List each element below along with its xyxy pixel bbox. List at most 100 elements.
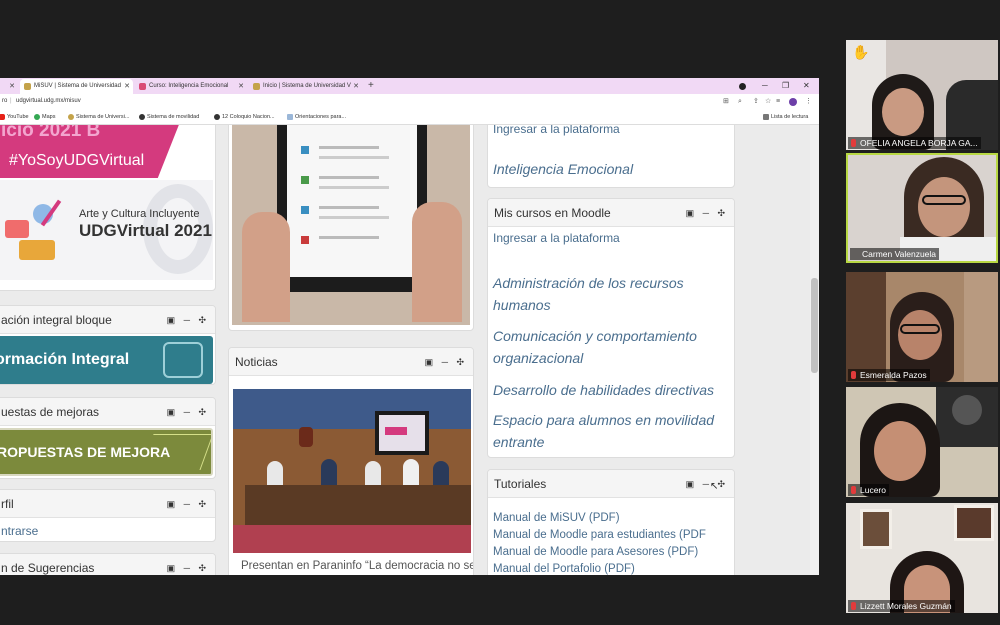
curso-actual-card: Ingresar a la plataforma Inteligencia Em… (487, 125, 735, 188)
apps-grid-icon[interactable]: ⊞ (723, 96, 729, 107)
participant-tile-lizzett[interactable]: Lizzett Morales Guzmán (846, 503, 998, 613)
formacion-banner[interactable]: ormación Integral (0, 336, 213, 384)
browser-tab-bar: ✕ MiSUV | Sistema de Universidad ✕ Curso… (0, 78, 819, 94)
mouse-cursor-icon: ↖ (710, 481, 719, 492)
tab-search-icon[interactable] (739, 83, 746, 90)
moodle-courses-card: Mis cursos en Moodle ▣ ─ ✣ Ingresar a la… (487, 198, 735, 458)
reading-list-icon (763, 114, 769, 120)
tutorial-link-portafolio[interactable]: Manual del Portafolio (PDF) (493, 563, 635, 575)
bookmark-coloquio[interactable]: 12 Coloquio Nacion... (213, 109, 275, 125)
tab-close-icon[interactable]: ✕ (9, 79, 15, 94)
card-controls-icon[interactable]: ▣ ─ ✣ (167, 398, 209, 425)
course-link-inteligencia[interactable]: Inteligencia Emocional (493, 158, 729, 180)
ingresar-plataforma-link[interactable]: Ingresar a la plataforma (493, 125, 620, 136)
network-lines-icon (140, 434, 211, 470)
tab-close-icon[interactable]: ✕ (238, 79, 244, 94)
maps-icon (34, 114, 40, 120)
url-text: udgvirtual.udg.mx/misuv (16, 98, 81, 104)
course-link-administracion[interactable]: Administración de los recursos humanos (493, 272, 729, 316)
browser-menu-icon[interactable]: ⋮ (805, 96, 812, 107)
reading-list-button[interactable]: Lista de lectura (762, 109, 808, 125)
tab-close-icon[interactable]: ✕ (353, 79, 359, 94)
bookmark-maps[interactable]: Maps (33, 109, 55, 125)
promo-card: icio 2021 B #YoSoyUDGVirtual Arte y Cult… (0, 125, 216, 291)
participant-name-label: Lizzett Morales Guzmán (848, 600, 955, 612)
perfil-card: rfil ▣ ─ ✣ ntrarse (0, 489, 216, 542)
tutorial-link-moodle-estudiantes[interactable]: Manual de Moodle para estudiantes (PDF (493, 529, 706, 541)
raised-hand-icon: ✋ (852, 44, 870, 60)
browser-toolbar: ro | udgvirtual.udg.mx/misuv ⊞ ⌕ ⇪ ☆ ≡ ⋮ (0, 94, 819, 109)
arte-cultura-banner[interactable]: Arte y Cultura Incluyente UDGVirtual 202… (0, 180, 213, 280)
bookmark-orientaciones[interactable]: Orientaciones para... (286, 109, 346, 125)
news-caption[interactable]: Presentan en Paraninfo “La democracia no… (241, 560, 473, 572)
sugerencias-card: n de Sugerencias ▣ ─ ✣ (0, 553, 216, 575)
tab-close-icon[interactable]: ✕ (124, 79, 130, 94)
card-controls-icon[interactable]: ▣ ─ ✣ (686, 470, 728, 497)
zoom-icon[interactable]: ⌕ (738, 96, 742, 107)
course-link-desarrollo[interactable]: Desarrollo de habilidades directivas (493, 379, 729, 401)
new-tab-button[interactable]: + (368, 79, 374, 93)
tutorial-link-misuv[interactable]: Manual de MiSUV (PDF) (493, 512, 620, 524)
news-photo[interactable] (233, 389, 471, 553)
formacion-card: ación integral bloque ▣ ─ ✣ ormación Int… (0, 305, 216, 385)
share-icon[interactable]: ⇪ (753, 96, 759, 107)
puzzle-icon (163, 342, 203, 378)
course-link-comunicacion[interactable]: Comunicación y comportamiento organizaci… (493, 325, 729, 369)
bookmarks-bar: YouTube Maps Sistema de Universi... Sist… (0, 109, 819, 125)
moodle-favicon-icon (139, 83, 146, 90)
media-control-icon[interactable]: ≡ (776, 96, 780, 107)
left-hand-icon (242, 212, 290, 322)
profile-avatar-icon[interactable] (789, 98, 797, 106)
perfil-link[interactable]: ntrarse (1, 524, 38, 538)
course-link-movilidad[interactable]: Espacio para alumnos en movilidad entran… (493, 409, 729, 453)
site-favicon-icon (253, 83, 260, 90)
card-controls-icon[interactable]: ▣ ─ ✣ (425, 348, 467, 375)
site-icon (68, 114, 74, 120)
browser-tab-inicio[interactable]: Inicio | Sistema de Universidad V ✕ (249, 79, 362, 94)
participant-tile-esmeralda[interactable]: Esmeralda Pazos (846, 272, 998, 382)
moodle-ingresar-link[interactable]: Ingresar a la plataforma (493, 231, 620, 245)
propuestas-card: uestas de mejoras ▣ ─ ✣ ROPUESTAS DE MEJ… (0, 397, 216, 479)
card-controls-icon[interactable]: ▣ ─ ✣ (167, 306, 209, 333)
browser-tab-partial[interactable]: ✕ (0, 79, 18, 94)
card-header: Mis cursos en Moodle ▣ ─ ✣ (488, 199, 734, 227)
participant-name-label: Carmen Valenzuela (850, 248, 940, 260)
card-controls-icon[interactable]: ▣ ─ ✣ (686, 199, 728, 226)
page-scrollbar-thumb[interactable] (811, 278, 818, 373)
yo-soy-banner[interactable]: icio 2021 B #YoSoyUDGVirtual (0, 125, 180, 178)
zoom-meeting-window: ✕ MiSUV | Sistema de Universidad ✕ Curso… (0, 0, 1000, 625)
tablet-image-card (228, 125, 474, 331)
card-header: Tutoriales ▣ ─ ✣ (488, 470, 734, 498)
art-illustration-icon (5, 198, 65, 268)
card-controls-icon[interactable]: ▣ ─ ✣ (167, 490, 209, 517)
mic-muted-icon (851, 602, 856, 610)
tutoriales-card: Tutoriales ▣ ─ ✣ Manual de MiSUV (PDF) M… (487, 469, 735, 575)
card-controls-icon[interactable]: ▣ ─ ✣ (167, 554, 209, 575)
card-header: uestas de mejoras ▣ ─ ✣ (0, 398, 215, 426)
mic-muted-icon (851, 486, 856, 494)
minimize-button[interactable]: ─ (762, 79, 768, 93)
participant-tile-carmen[interactable]: Carmen Valenzuela (846, 153, 998, 263)
tablet-device-icon (277, 125, 427, 292)
browser-tab-misuv[interactable]: MiSUV | Sistema de Universidad ✕ (20, 79, 133, 94)
propuestas-banner[interactable]: ROPUESTAS DE MEJORA (0, 428, 213, 476)
youtube-icon (0, 114, 5, 120)
noticias-card: Noticias ▣ ─ ✣ Presentan en Paraninfo “L… (228, 347, 474, 575)
participant-tile-lucero[interactable]: Lucero (846, 387, 998, 497)
globe-icon (214, 114, 220, 120)
close-window-button[interactable]: ✕ (803, 79, 810, 93)
mic-muted-icon (851, 139, 856, 147)
maximize-button[interactable]: ❐ (782, 79, 789, 93)
bookmark-sistema-universidad[interactable]: Sistema de Universi... (67, 109, 130, 125)
bookmark-movilidad[interactable]: Sistema de movilidad (138, 109, 199, 125)
browser-tab-curso[interactable]: Curso: Inteligencia Emocional ✕ (135, 79, 247, 94)
bookmark-star-icon[interactable]: ☆ (765, 96, 771, 107)
address-bar[interactable]: ro | udgvirtual.udg.mx/misuv (0, 96, 770, 107)
participant-tile-ofelia[interactable]: ✋ OFELIA ANGELA BORJA GA... (846, 40, 998, 150)
tablet-photo (232, 125, 470, 325)
card-header: rfil ▣ ─ ✣ (0, 490, 215, 518)
web-page-content: icio 2021 B #YoSoyUDGVirtual Arte y Cult… (0, 125, 819, 575)
shared-screen: ✕ MiSUV | Sistema de Universidad ✕ Curso… (0, 78, 819, 575)
bookmark-youtube[interactable]: YouTube (0, 109, 29, 125)
tutorial-link-moodle-asesores[interactable]: Manual de Moodle para Asesores (PDF) (493, 546, 698, 558)
